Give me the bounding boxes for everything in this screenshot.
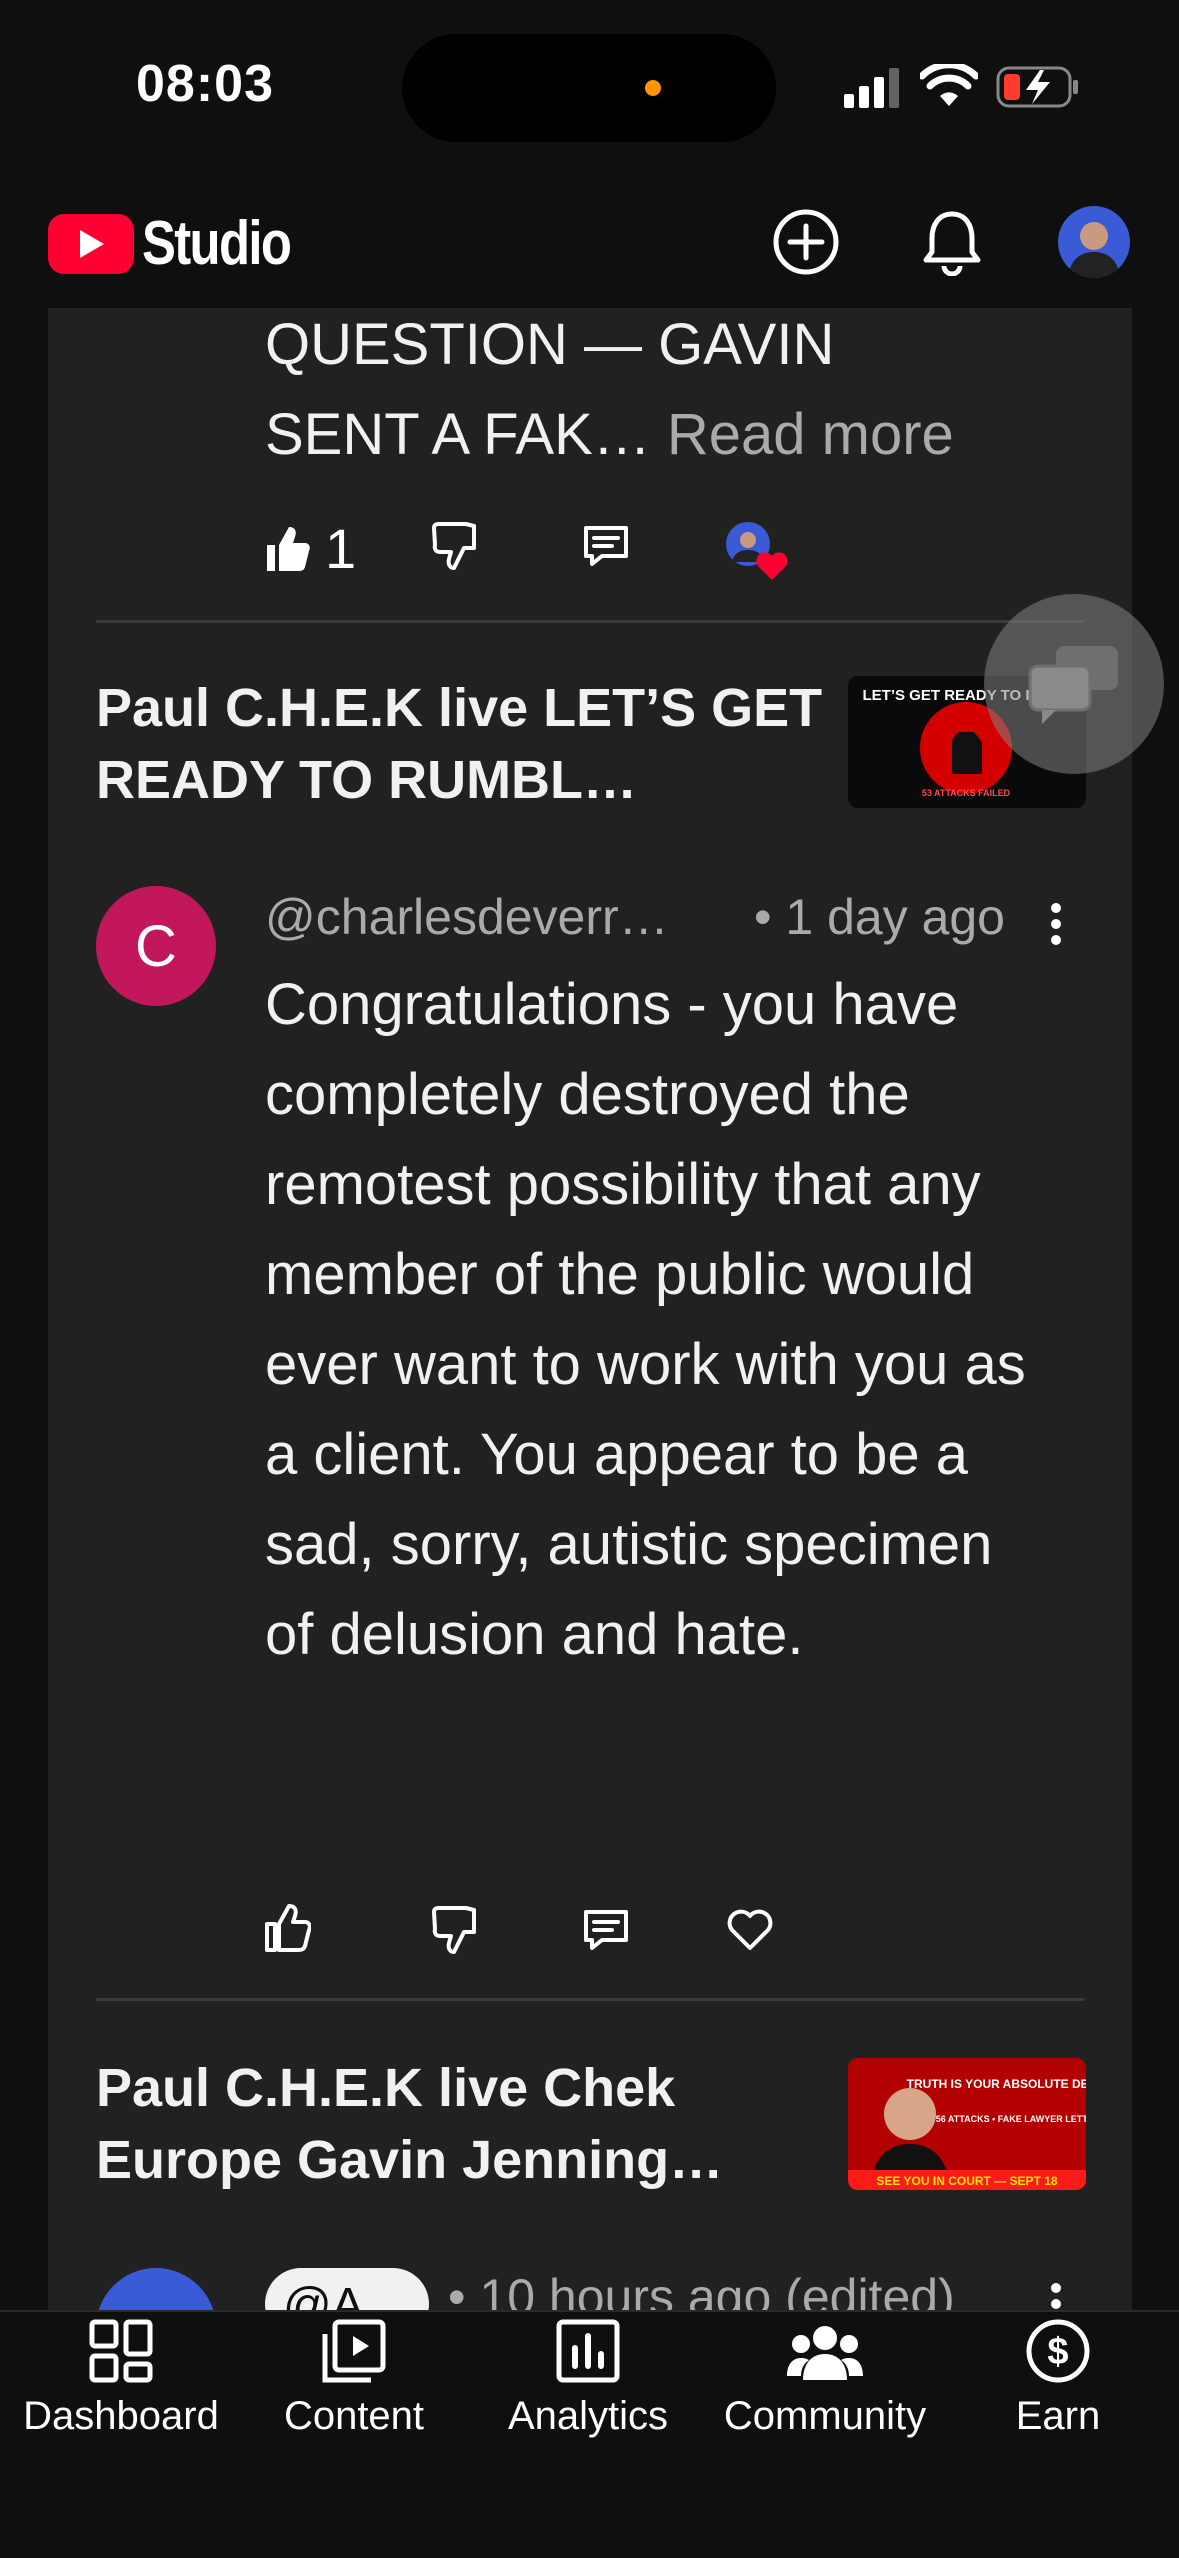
- thumbnail-subtext: 56 ATTACKS • FAKE LAWYER LETTER: [936, 2114, 1086, 2124]
- creator-heart-icon: [726, 522, 788, 580]
- thumbnail-title: TRUTH IS YOUR ABSOLUTE DEFENCE: [907, 2077, 1086, 2091]
- add-circle-icon: [773, 209, 839, 275]
- heart-outline-icon: [727, 1909, 773, 1950]
- nav-label: Community: [723, 2394, 927, 2438]
- nav-earn[interactable]: $ Earn: [958, 2318, 1158, 2439]
- create-button[interactable]: [770, 206, 842, 278]
- comment-icon: [584, 526, 628, 566]
- community-icon: [787, 2326, 863, 2380]
- account-avatar[interactable]: [1058, 206, 1130, 278]
- cellular-signal-icon: [844, 66, 900, 115]
- heart-button[interactable]: [726, 1908, 774, 1957]
- post-text: QUESTION — GAVIN SENT A FAK… Read more: [265, 312, 954, 467]
- analytics-icon: [556, 2319, 620, 2383]
- dislike-button[interactable]: [432, 522, 478, 575]
- earn-icon: $: [1026, 2319, 1090, 2383]
- nav-label: Content: [283, 2394, 425, 2438]
- comment-author[interactable]: @charlesdeverr…: [265, 888, 669, 946]
- comment-icon: [584, 1910, 628, 1950]
- svg-text:$: $: [1047, 2331, 1068, 2373]
- content-icon: [322, 2319, 386, 2383]
- more-options-button[interactable]: [1046, 900, 1066, 953]
- status-time: 08:03: [136, 55, 274, 113]
- nav-dashboard[interactable]: Dashboard: [8, 2318, 234, 2439]
- thumbs-down-icon: [432, 1906, 476, 1954]
- like-count: 1: [325, 517, 357, 580]
- like-button[interactable]: [265, 1904, 312, 1957]
- nav-label: Analytics: [507, 2394, 669, 2438]
- divider: [96, 1998, 1084, 2001]
- comment-text: Congratulations - you have completely de…: [265, 972, 1026, 1667]
- nav-label: Earn: [1015, 2394, 1101, 2438]
- reply-button[interactable]: [582, 524, 630, 573]
- nav-content[interactable]: Content: [254, 2318, 454, 2439]
- comment-meta: @charlesdeverr… • 1 day ago: [265, 888, 1005, 946]
- read-more-link[interactable]: Read more: [667, 402, 954, 467]
- like-button[interactable]: 1: [265, 516, 356, 581]
- person-photo: [1068, 222, 1120, 278]
- bell-icon: [923, 211, 981, 276]
- privacy-indicator-dot: [645, 80, 661, 96]
- thumbnail-subtext: 53 ATTACKS FAILED: [922, 788, 1011, 798]
- wifi-icon: [918, 61, 980, 113]
- reply-button[interactable]: [582, 1908, 630, 1957]
- thumbs-up-filled-icon: [267, 526, 310, 571]
- thumbs-up-icon: [265, 1904, 312, 1952]
- thumbnail-banner: SEE YOU IN COURT — SEPT 18: [876, 2174, 1057, 2188]
- divider: [96, 620, 1084, 623]
- creator-heart-badge[interactable]: [724, 520, 792, 587]
- dashboard-icon: [89, 2319, 153, 2383]
- dislike-button[interactable]: [432, 1906, 478, 1959]
- dynamic-island: [402, 34, 776, 142]
- comment-time: • 1 day ago: [753, 889, 1005, 945]
- youtube-logo[interactable]: [48, 214, 134, 274]
- nav-label: Dashboard: [23, 2394, 219, 2438]
- video-title[interactable]: Paul C.H.E.K live Chek Europe Gavin Jenn…: [96, 2052, 836, 2196]
- notifications-button[interactable]: [916, 206, 988, 278]
- nav-community[interactable]: Community: [700, 2318, 950, 2439]
- video-title[interactable]: Paul C.H.E.K live LET’S GET READY TO RUM…: [96, 672, 836, 816]
- video-thumbnail[interactable]: TRUTH IS YOUR ABSOLUTE DEFENCE 56 ATTACK…: [848, 2058, 1086, 2190]
- app-title: Studio: [142, 209, 292, 278]
- thumbs-down-icon: [432, 522, 476, 570]
- chat-bubbles-icon: [1028, 646, 1118, 724]
- more-vert-icon: [1051, 903, 1061, 945]
- battery-charging-icon: [996, 64, 1080, 115]
- nav-analytics[interactable]: Analytics: [488, 2318, 688, 2439]
- commenter-avatar[interactable]: C: [96, 886, 216, 1006]
- floating-comment-button[interactable]: [984, 594, 1164, 774]
